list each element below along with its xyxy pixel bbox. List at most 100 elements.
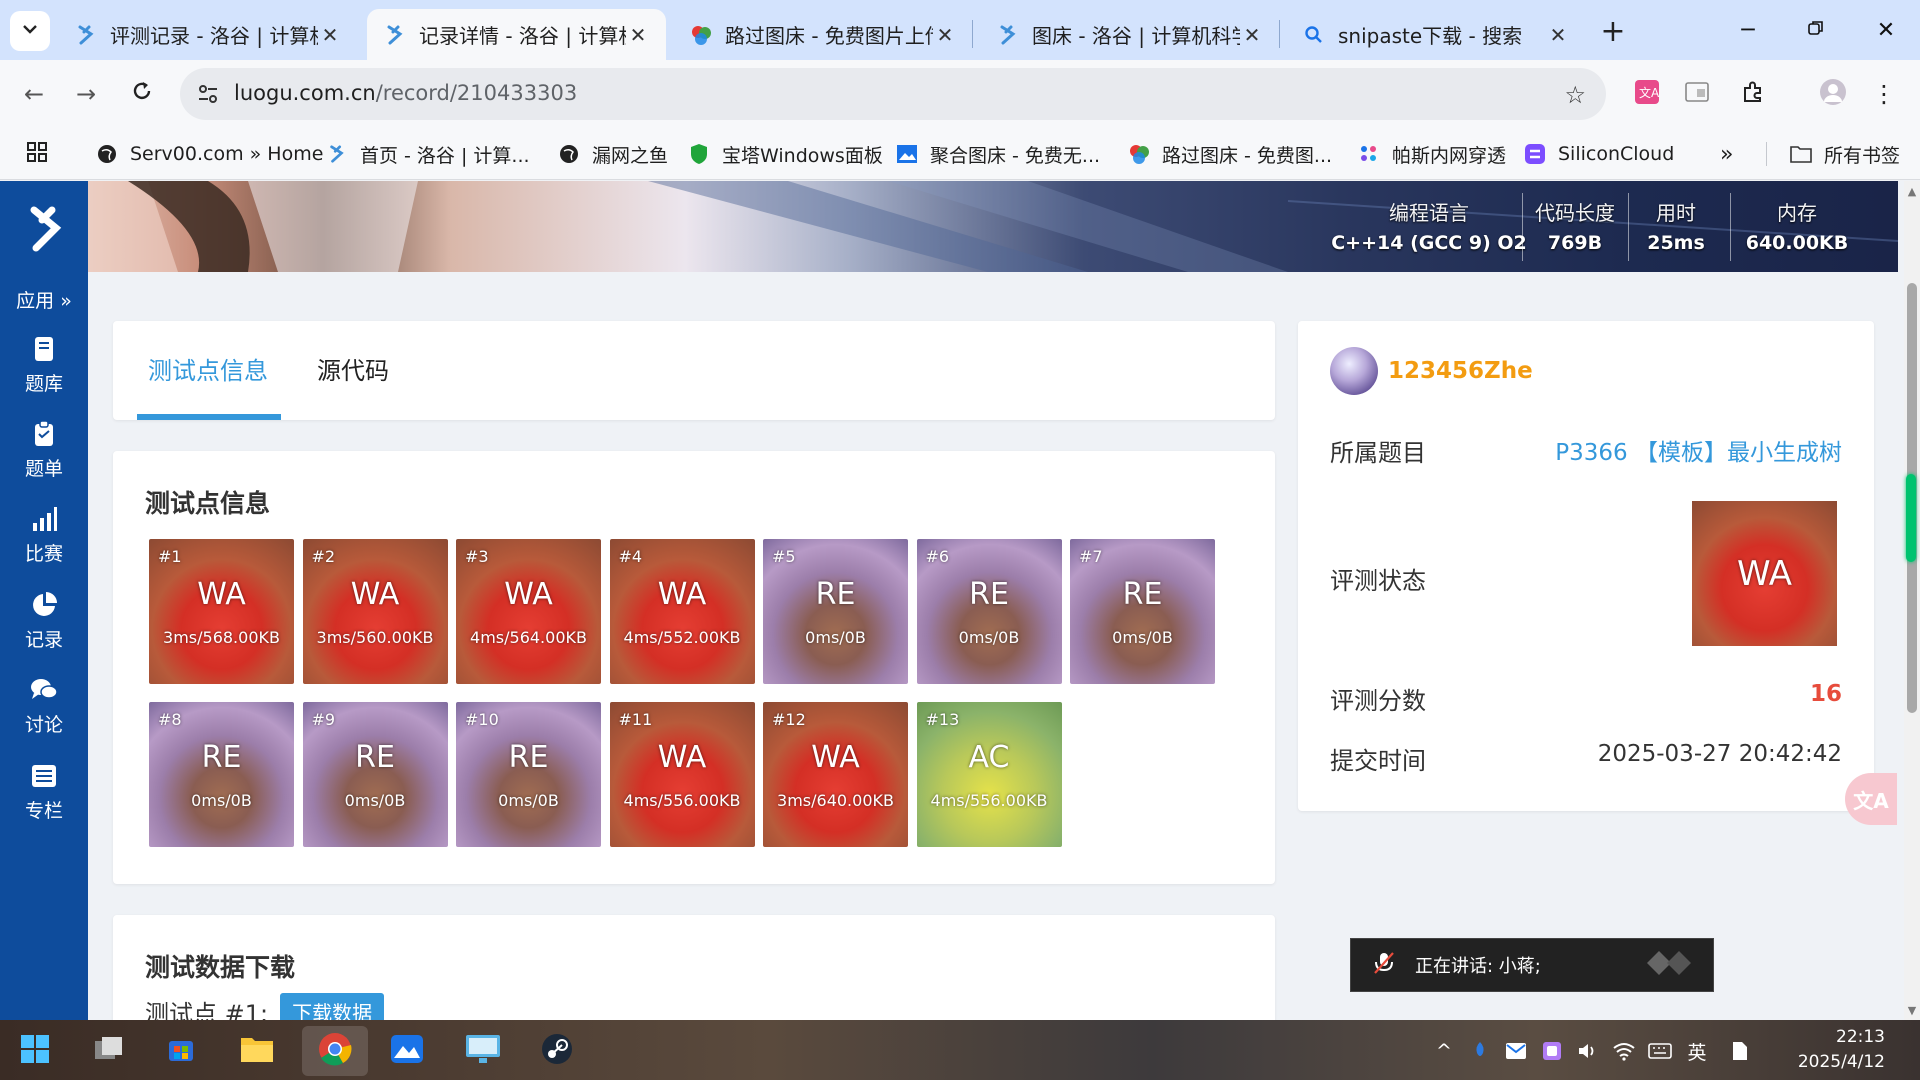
testcase-id: #8 bbox=[158, 710, 182, 729]
volume-icon[interactable] bbox=[1574, 1038, 1602, 1064]
testcase-cell[interactable]: #7 RE 0ms/0B bbox=[1070, 539, 1215, 684]
taskbar-app-chrome[interactable] bbox=[302, 1026, 368, 1076]
bookmark-item[interactable]: 首页 - 洛谷 | 计算... bbox=[326, 138, 530, 170]
testcase-cell[interactable]: #9 RE 0ms/0B bbox=[302, 702, 448, 847]
testcase-cell[interactable]: #11 WA 4ms/556.00KB bbox=[609, 702, 755, 847]
sidebar-item-problems[interactable]: 题库 bbox=[0, 325, 88, 405]
testcase-id: #11 bbox=[618, 710, 653, 729]
bookmark-item[interactable]: 帕斯内网穿透 bbox=[1358, 138, 1506, 170]
testcase-cell[interactable]: #3 WA 4ms/564.00KB bbox=[456, 539, 601, 684]
clipboard-icon bbox=[30, 420, 58, 448]
close-icon[interactable]: ✕ bbox=[1546, 23, 1570, 47]
taskbar-app-store[interactable] bbox=[152, 1026, 210, 1076]
tray-overflow-icon[interactable]: ^ bbox=[1432, 1038, 1456, 1064]
back-button[interactable]: ← bbox=[16, 76, 52, 112]
tab-testcases[interactable]: 测试点信息 bbox=[148, 351, 268, 386]
user-info[interactable]: 123456Zhe bbox=[1330, 347, 1533, 395]
taskbar-clock[interactable]: 22:13 2025/4/12 bbox=[1790, 1025, 1885, 1075]
luogu-favicon-icon bbox=[996, 23, 1020, 47]
forward-button[interactable]: → bbox=[68, 76, 104, 112]
close-icon[interactable]: ✕ bbox=[933, 23, 957, 47]
star-icon[interactable]: ☆ bbox=[1564, 81, 1586, 109]
taskbar-app-steam[interactable] bbox=[528, 1026, 586, 1076]
mail-icon[interactable] bbox=[1502, 1038, 1530, 1064]
close-window-button[interactable]: ✕ bbox=[1856, 8, 1916, 52]
sidebar-item-discuss[interactable]: 讨论 bbox=[0, 666, 88, 746]
testcase-cell[interactable]: #4 WA 4ms/552.00KB bbox=[609, 539, 755, 684]
apps-grid-button[interactable] bbox=[26, 138, 48, 170]
minimize-icon: ─ bbox=[1741, 17, 1755, 43]
avatar[interactable] bbox=[1330, 347, 1378, 395]
problem-label: 所属题目 bbox=[1330, 439, 1426, 467]
testcase-cell[interactable]: #5 RE 0ms/0B bbox=[763, 539, 908, 684]
download-row: 测试点 #1: 下载数据 bbox=[145, 993, 385, 1020]
sidebar-item-records[interactable]: 记录 bbox=[0, 581, 88, 661]
scroll-down-arrow-icon[interactable]: ▼ bbox=[1906, 1004, 1918, 1017]
profile-button[interactable] bbox=[1815, 76, 1851, 112]
address-bar[interactable]: luogu.com.cn/record/210433303 ☆ bbox=[180, 68, 1606, 120]
record-info-panel: 123456Zhe 所属题目 P3366 【模板】最小生成树 评测状态 WA 评… bbox=[1298, 321, 1874, 811]
bookmark-item[interactable]: 宝塔Windows面板 bbox=[688, 138, 883, 170]
testcase-resource: 0ms/0B bbox=[958, 628, 1020, 647]
tab-source-code[interactable]: 源代码 bbox=[317, 351, 389, 386]
browser-tab[interactable]: 路过图床 - 免费图片上传 ✕ bbox=[673, 9, 973, 60]
bookmark-item[interactable]: Serv00.com » Home bbox=[96, 138, 323, 170]
problem-link[interactable]: P3366 【模板】最小生成树 bbox=[1555, 433, 1842, 467]
browser-tab[interactable]: 图床 - 洛谷 | 计算机科学 ✕ bbox=[980, 9, 1280, 60]
sidebar-item-contests[interactable]: 比赛 bbox=[0, 495, 88, 575]
sidebar-item-columns[interactable]: 专栏 bbox=[0, 752, 88, 832]
wifi-icon[interactable] bbox=[1610, 1038, 1638, 1064]
translate-extension-button[interactable]: 文A bbox=[1629, 76, 1665, 112]
document-icon[interactable] bbox=[1726, 1038, 1754, 1064]
taskbar-app-remote[interactable] bbox=[454, 1026, 512, 1076]
taskbar-app-taskview[interactable] bbox=[80, 1026, 138, 1076]
more-bookmarks-button[interactable]: » bbox=[1720, 138, 1733, 170]
bookmark-label: SiliconCloud bbox=[1558, 143, 1675, 165]
stat-divider bbox=[1628, 193, 1629, 261]
ime-indicator[interactable]: 英 bbox=[1682, 1038, 1712, 1064]
site-settings-icon[interactable] bbox=[196, 82, 220, 110]
bookmark-item[interactable]: SiliconCloud bbox=[1524, 138, 1674, 170]
minimize-button[interactable]: ─ bbox=[1718, 8, 1778, 52]
sidebar-item-lists[interactable]: 题单 bbox=[0, 410, 88, 490]
scroll-up-arrow-icon[interactable]: ▲ bbox=[1906, 185, 1918, 198]
bookmark-item[interactable]: 漏网之鱼 bbox=[558, 138, 668, 170]
start-button[interactable] bbox=[6, 1026, 64, 1076]
testcase-cell[interactable]: #10 RE 0ms/0B bbox=[456, 702, 601, 847]
restore-button[interactable] bbox=[1786, 8, 1846, 52]
all-bookmarks-button[interactable]: 所有书签 bbox=[1790, 138, 1900, 170]
taskbar-app-photos[interactable] bbox=[378, 1026, 436, 1076]
testcase-status: RE bbox=[1122, 577, 1163, 612]
browser-menu-button[interactable]: ⋮ bbox=[1866, 76, 1902, 112]
tray-app-icon[interactable] bbox=[1466, 1038, 1494, 1064]
page-scrollbar[interactable]: ▲ ▼ bbox=[1904, 181, 1920, 1020]
browser-tab-active[interactable]: 记录详情 - 洛谷 | 计算机 ✕ bbox=[367, 9, 666, 60]
apps-expand-button[interactable]: 应用 » bbox=[0, 286, 88, 313]
browser-tab[interactable]: 评测记录 - 洛谷 | 计算机 ✕ bbox=[58, 9, 358, 60]
testcase-cell[interactable]: #8 RE 0ms/0B bbox=[149, 702, 294, 847]
reload-button[interactable] bbox=[124, 76, 160, 112]
testcase-cell[interactable]: #12 WA 3ms/640.00KB bbox=[763, 702, 908, 847]
testcase-cell[interactable]: #1 WA 3ms/568.00KB bbox=[149, 539, 294, 684]
luogu-logo-icon[interactable] bbox=[0, 181, 88, 277]
tab-search-button[interactable] bbox=[10, 11, 50, 51]
close-icon[interactable]: ✕ bbox=[318, 23, 342, 47]
extensions-button[interactable] bbox=[1735, 76, 1771, 112]
close-icon[interactable]: ✕ bbox=[626, 23, 650, 47]
bookmark-item[interactable]: 路过图床 - 免费图... bbox=[1128, 138, 1332, 170]
testcase-cell[interactable]: #2 WA 3ms/560.00KB bbox=[302, 539, 448, 684]
reading-mode-button[interactable] bbox=[1679, 76, 1715, 112]
testcase-cell[interactable]: #6 RE 0ms/0B bbox=[916, 539, 1062, 684]
bar-chart-icon bbox=[30, 505, 58, 533]
clipboard-app-icon[interactable] bbox=[1538, 1038, 1566, 1064]
username-link[interactable]: 123456Zhe bbox=[1388, 358, 1533, 384]
new-tab-button[interactable]: + bbox=[1596, 14, 1630, 49]
bookmark-item[interactable]: 聚合图床 - 免费无... bbox=[896, 138, 1100, 170]
close-icon[interactable]: ✕ bbox=[1240, 23, 1264, 47]
download-data-button[interactable]: 下载数据 bbox=[280, 993, 385, 1020]
testcase-cell[interactable]: #13 AC 4ms/556.00KB bbox=[916, 702, 1062, 847]
browser-tab[interactable]: snipaste下载 - 搜索 ✕ bbox=[1286, 9, 1586, 60]
taskbar-app-explorer[interactable] bbox=[228, 1026, 286, 1076]
keyboard-icon[interactable] bbox=[1646, 1038, 1674, 1064]
translate-float-button[interactable]: 文A bbox=[1845, 773, 1897, 825]
